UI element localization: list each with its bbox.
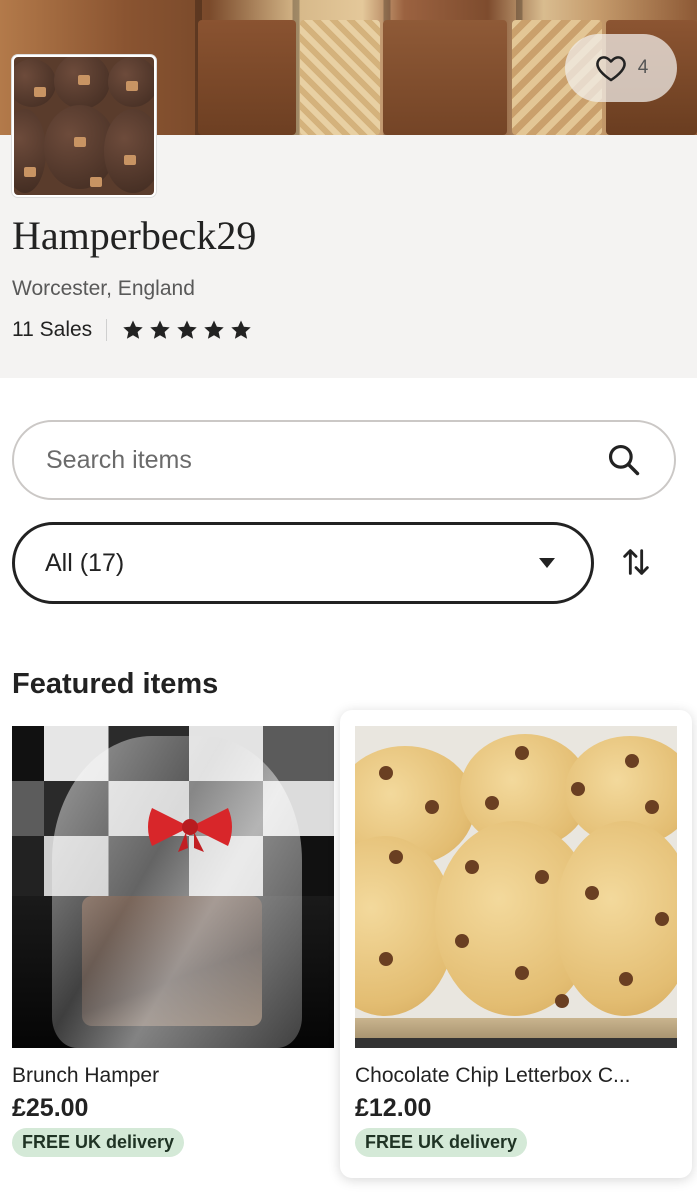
- red-bow-icon: [148, 808, 232, 852]
- sort-arrows-icon: [623, 549, 649, 575]
- magnifier-icon: [608, 444, 640, 476]
- category-filter-select[interactable]: All (17): [12, 522, 594, 604]
- banner-tile: [383, 20, 507, 135]
- favorite-shop-button[interactable]: 4: [565, 34, 677, 102]
- choc-chip: [465, 860, 479, 874]
- listing-image[interactable]: [12, 726, 334, 1048]
- avatar-chunk: [90, 177, 102, 187]
- choc-chip: [485, 796, 499, 810]
- avatar-cookie: [14, 59, 56, 107]
- caret-down-icon: [539, 558, 555, 568]
- stats-divider: [106, 319, 108, 341]
- shop-stats: 11 Sales: [12, 318, 253, 342]
- listing-title[interactable]: Chocolate Chip Letterbox C...: [355, 1064, 677, 1088]
- avatar-chunk: [24, 167, 36, 177]
- listing-title[interactable]: Brunch Hamper: [12, 1064, 334, 1088]
- avatar-chunk: [78, 75, 90, 85]
- shop-avatar[interactable]: [12, 55, 156, 197]
- filter-selected-value: All (17): [45, 548, 125, 577]
- listing-card[interactable]: Brunch Hamper £25.00 FREE UK delivery: [0, 710, 352, 1178]
- sort-button[interactable]: [614, 540, 658, 584]
- cellophane-wrap: [52, 736, 302, 1048]
- star-icon: [177, 320, 197, 339]
- choc-chip: [645, 800, 659, 814]
- rating-stars[interactable]: [121, 318, 253, 342]
- free-delivery-badge: FREE UK delivery: [355, 1128, 528, 1157]
- heart-outline-icon: [595, 56, 626, 82]
- avatar-chunk: [34, 87, 46, 97]
- choc-chip: [535, 870, 549, 884]
- listing-price: £25.00: [12, 1094, 89, 1122]
- star-icon: [150, 320, 170, 339]
- avatar-chunk: [74, 137, 86, 147]
- search-bar: [12, 420, 676, 500]
- choc-chip: [379, 952, 393, 966]
- avatar-cookie: [104, 109, 154, 193]
- shop-location: Worcester, England: [12, 277, 195, 300]
- sales-count: 11 Sales: [12, 318, 93, 341]
- featured-items-heading: Featured items: [12, 668, 219, 700]
- choc-chip: [585, 886, 599, 900]
- search-input[interactable]: [46, 445, 604, 475]
- choc-chip: [619, 972, 633, 986]
- listing-image[interactable]: [355, 726, 677, 1048]
- listing-card[interactable]: Chocolate Chip Letterbox C... £12.00 FRE…: [340, 710, 692, 1178]
- banner-tile: [300, 20, 380, 135]
- avatar-cookie: [14, 109, 46, 193]
- choc-chip: [515, 746, 529, 760]
- tray-shadow: [355, 1038, 677, 1048]
- choc-chip: [425, 800, 439, 814]
- avatar-chunk: [126, 81, 138, 91]
- choc-chip: [389, 850, 403, 864]
- free-delivery-badge: FREE UK delivery: [12, 1128, 185, 1157]
- choc-chip: [455, 934, 469, 948]
- favorites-count: 4: [637, 57, 649, 78]
- avatar-chunk: [124, 155, 136, 165]
- search-button[interactable]: [604, 440, 644, 480]
- choc-chip: [625, 754, 639, 768]
- listing-price: £12.00: [355, 1094, 432, 1122]
- choc-chip: [555, 994, 569, 1008]
- choc-chip: [571, 782, 585, 796]
- star-icon: [231, 320, 251, 339]
- choc-chip: [379, 766, 393, 780]
- banner-tile: [198, 20, 296, 135]
- star-icon: [204, 320, 224, 339]
- star-icon: [123, 320, 143, 339]
- choc-chip: [515, 966, 529, 980]
- choc-chip: [655, 912, 669, 926]
- shop-name: Hamperbeck29: [12, 213, 257, 258]
